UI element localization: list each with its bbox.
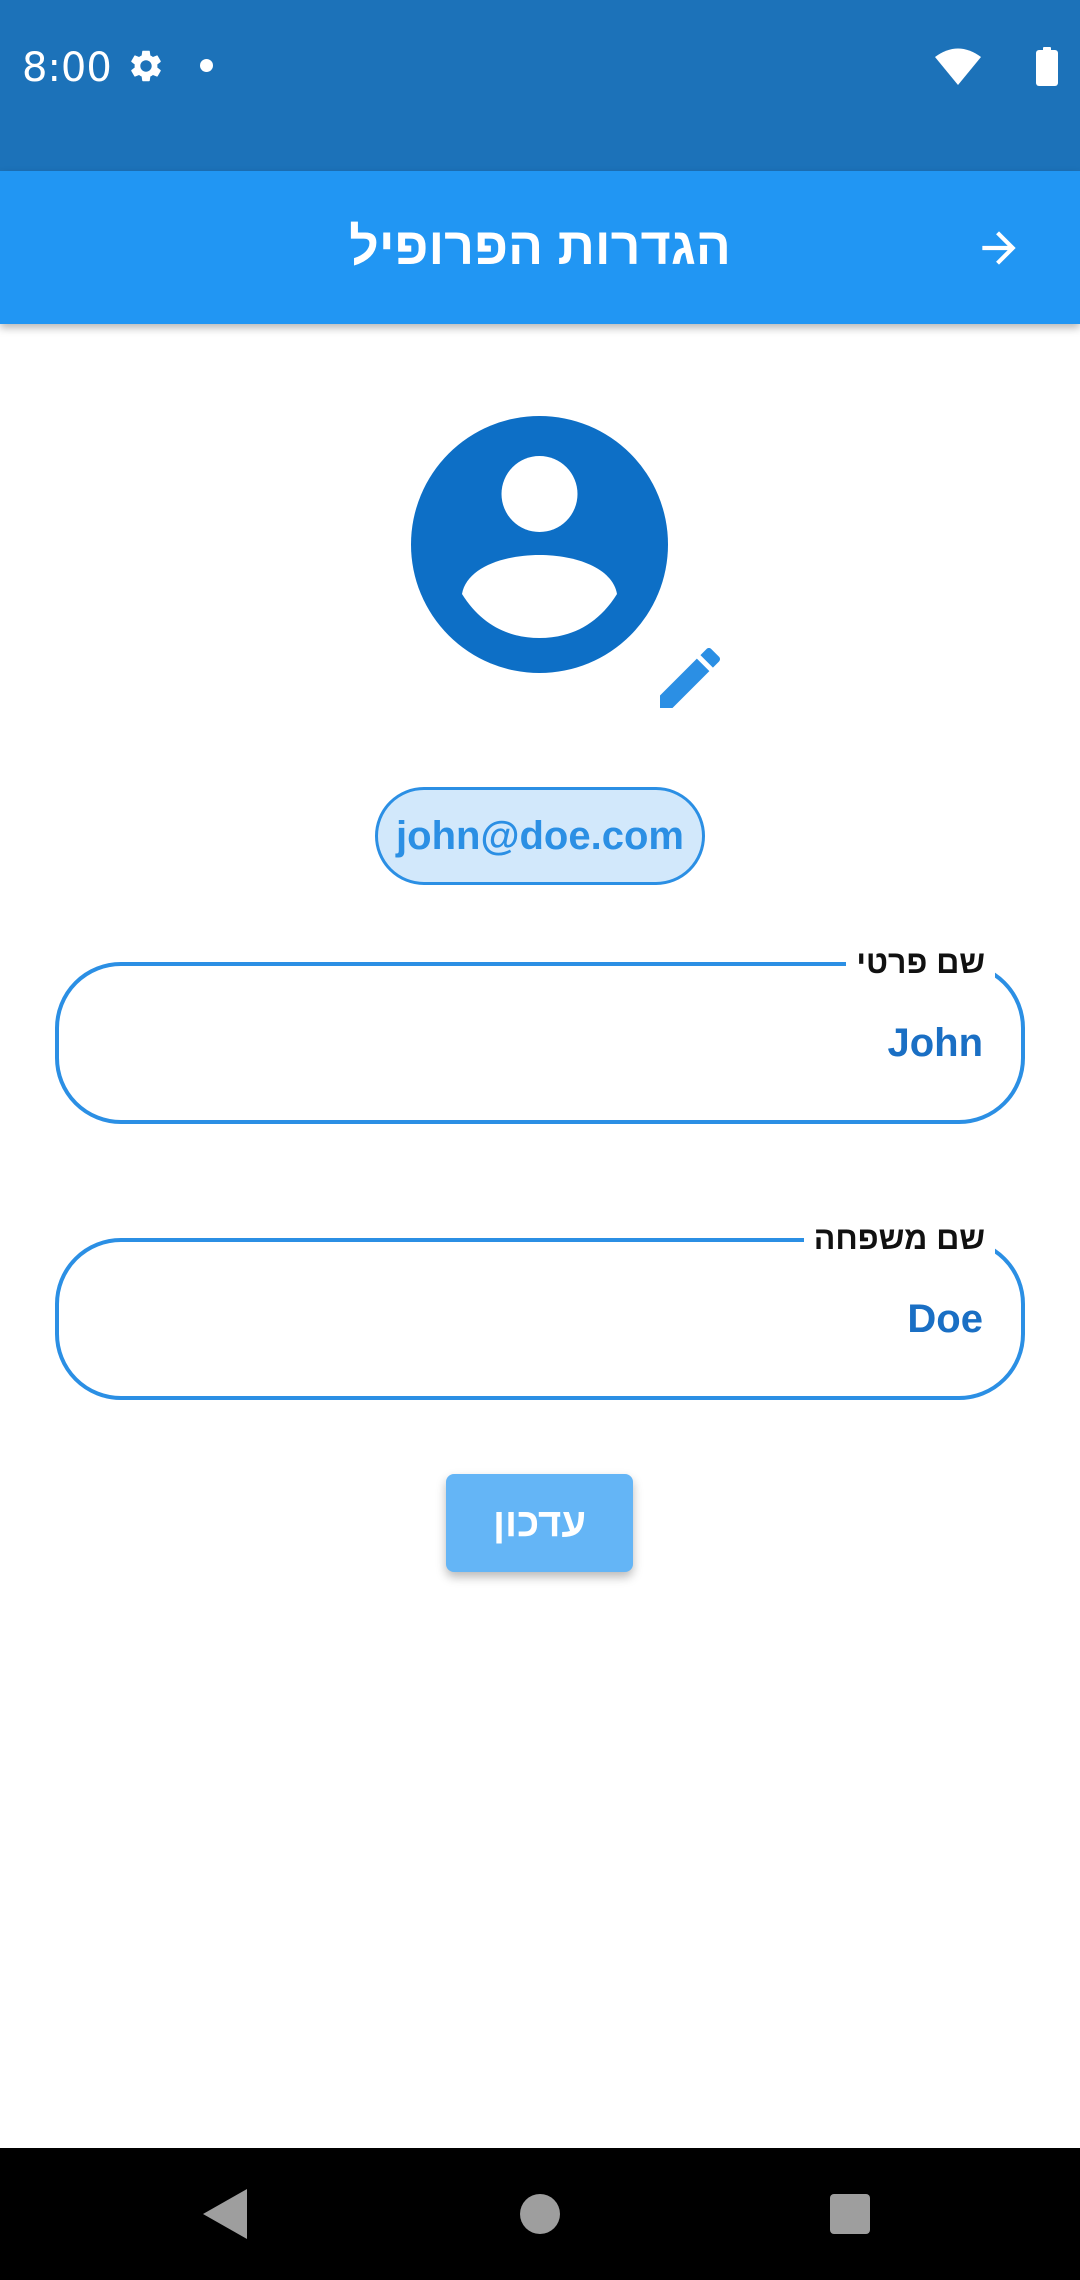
account-circle-icon — [411, 416, 668, 673]
back-button[interactable] — [966, 215, 1032, 281]
gear-icon — [131, 50, 161, 82]
update-button[interactable]: עדכון — [446, 1474, 633, 1572]
arrow-right-icon — [982, 231, 1016, 265]
status-time: 8:00 — [22, 45, 112, 91]
status-bar: 8:00 — [0, 0, 1080, 171]
app-bar: הגדרות הפרופיל — [0, 171, 1080, 324]
last-name-value: Doe — [907, 1297, 983, 1341]
pencil-icon — [660, 647, 721, 708]
home-circle-icon[interactable] — [520, 2194, 560, 2234]
wifi-icon — [935, 48, 981, 85]
recents-square-icon[interactable] — [830, 2194, 870, 2234]
battery-icon — [1036, 47, 1058, 86]
first-name-field[interactable]: שם פרטי John — [55, 940, 1025, 1124]
last-name-field[interactable]: שם משפחה Doe — [55, 1216, 1025, 1400]
email-chip: john@doe.com — [375, 787, 705, 885]
edit-avatar-button[interactable] — [650, 638, 730, 718]
first-name-value: John — [887, 1021, 983, 1065]
navigation-bar — [0, 2148, 1080, 2280]
back-triangle-icon[interactable] — [203, 2189, 247, 2239]
notification-dot-icon — [200, 59, 213, 72]
page-title: הגדרות הפרופיל — [349, 218, 731, 276]
